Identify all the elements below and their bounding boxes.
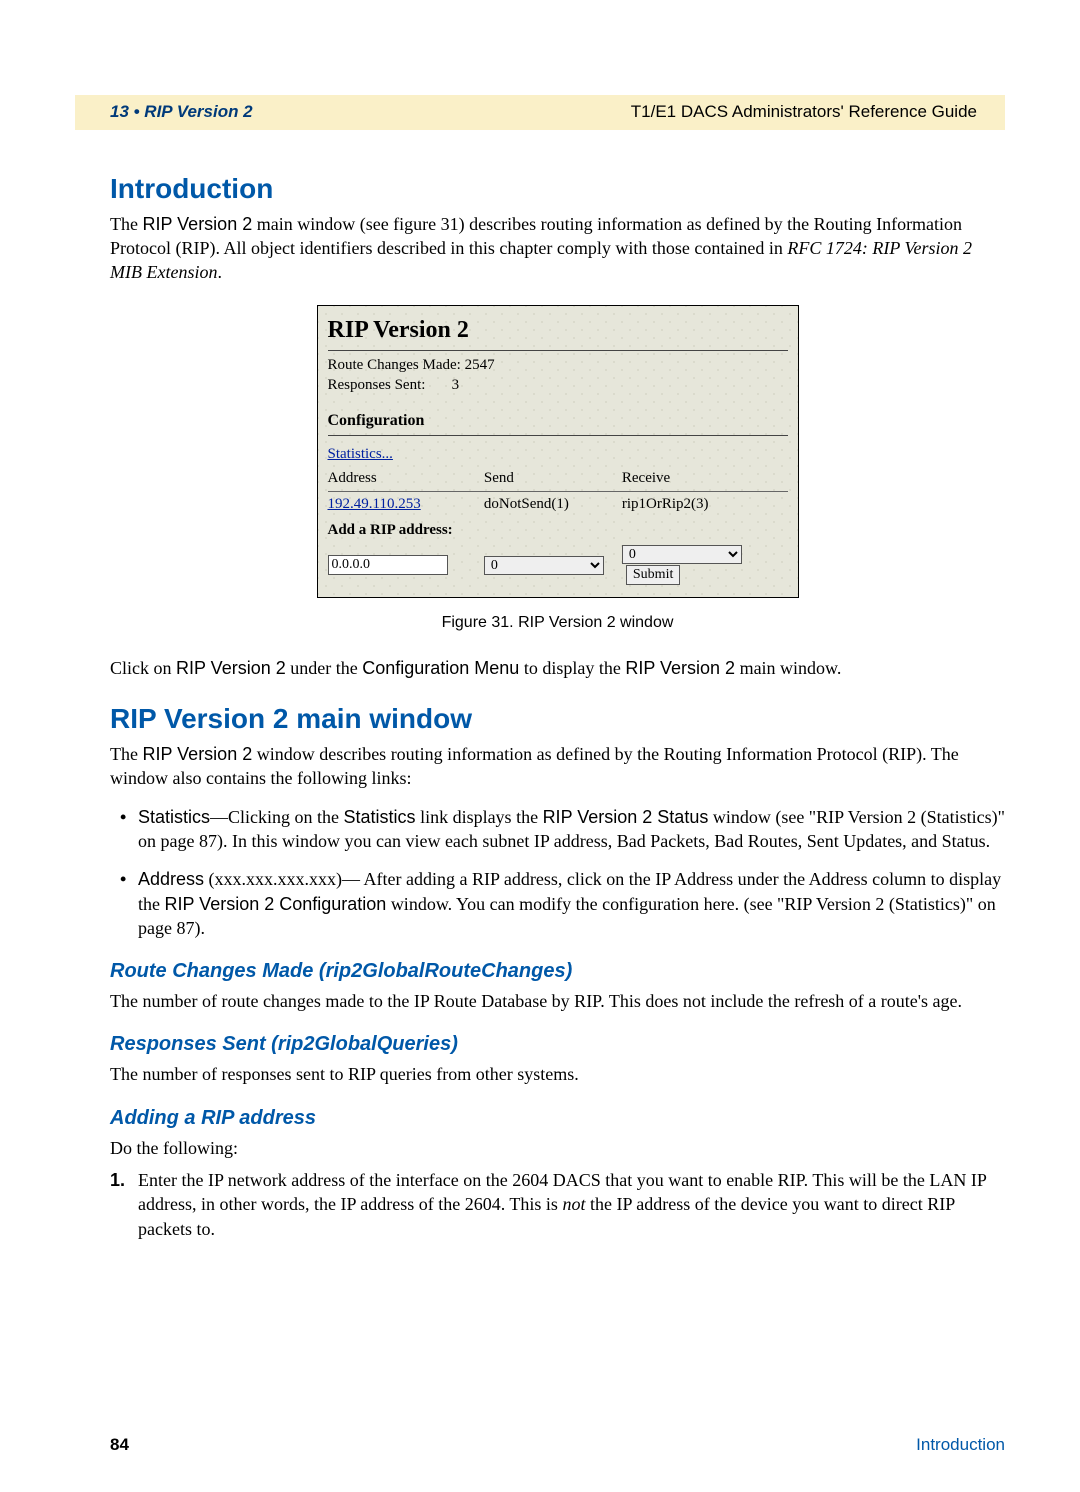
responses-sent-row: Responses Sent: 3 [328, 375, 788, 395]
main-window-paragraph: The RIP Version 2 window describes routi… [110, 742, 1005, 791]
running-header: 13 • RIP Version 2 T1/E1 DACS Administra… [75, 95, 1005, 130]
responses-sent-text: The number of responses sent to RIP quer… [110, 1062, 1005, 1086]
click-instruction: Click on RIP Version 2 under the Configu… [110, 656, 1005, 680]
add-rip-label: Add a RIP address: [328, 516, 788, 542]
figure-31-window: RIP Version 2 Route Changes Made: 2547 R… [317, 305, 799, 599]
figure-caption: Figure 31. RIP Version 2 window [110, 612, 1005, 634]
table-header-row: Address Send Receive [328, 466, 788, 491]
ip-input[interactable] [328, 555, 448, 575]
header-left: 13 • RIP Version 2 [110, 101, 253, 124]
footer-section: Introduction [916, 1434, 1005, 1457]
send-value: doNotSend(1) [484, 491, 622, 516]
content: Introduction The RIP Version 2 main wind… [110, 170, 1005, 1241]
route-changes-text: The number of route changes made to the … [110, 989, 1005, 1013]
adding-rip-intro: Do the following: [110, 1136, 1005, 1160]
submit-button[interactable]: Submit [626, 565, 680, 585]
col-receive: Receive [622, 466, 788, 491]
col-send: Send [484, 466, 622, 491]
header-right: T1/E1 DACS Administrators' Reference Gui… [631, 101, 977, 124]
page: 13 • RIP Version 2 T1/E1 DACS Administra… [0, 95, 1080, 1492]
receive-value: rip1OrRip2(3) [622, 491, 788, 516]
intro-paragraph: The RIP Version 2 main window (see figur… [110, 212, 1005, 285]
heading-responses-sent: Responses Sent (rip2GlobalQueries) [110, 1031, 1005, 1058]
rip-table: Address Send Receive 192.49.110.253 doNo… [328, 466, 788, 587]
heading-adding-rip: Adding a RIP address [110, 1105, 1005, 1132]
add-rip-row: Add a RIP address: [328, 516, 788, 542]
steps-list: 1. Enter the IP network address of the i… [110, 1168, 1005, 1241]
bullet-statistics: Statistics—Clicking on the Statistics li… [110, 805, 1005, 854]
configuration-heading: Configuration [328, 410, 788, 432]
link-bullets: Statistics—Clicking on the Statistics li… [110, 805, 1005, 940]
route-changes-value: 2547 [465, 357, 495, 373]
term-rip-version-2: RIP Version 2 [142, 214, 252, 234]
heading-route-changes: Route Changes Made (rip2GlobalRouteChang… [110, 958, 1005, 985]
route-changes-row: Route Changes Made: 2547 [328, 355, 788, 375]
heading-main-window: RIP Version 2 main window [110, 700, 1005, 738]
table-row: 192.49.110.253 doNotSend(1) rip1OrRip2(3… [328, 491, 788, 516]
receive-select[interactable]: 0 [622, 545, 742, 564]
send-select[interactable]: 0 [484, 556, 604, 575]
running-footer: 84 Introduction [110, 1434, 1005, 1457]
responses-sent-value: 3 [452, 377, 460, 393]
address-link[interactable]: 192.49.110.253 [328, 496, 421, 512]
heading-introduction: Introduction [110, 170, 1005, 208]
statistics-link[interactable]: Statistics... [328, 446, 393, 462]
window-title: RIP Version 2 [328, 314, 788, 346]
page-number: 84 [110, 1434, 129, 1457]
add-rip-controls: 0 0 Submit [328, 542, 788, 587]
col-address: Address [328, 466, 484, 491]
step-1: 1. Enter the IP network address of the i… [110, 1168, 1005, 1241]
bullet-address: Address (xxx.xxx.xxx.xxx)— After adding … [110, 867, 1005, 940]
